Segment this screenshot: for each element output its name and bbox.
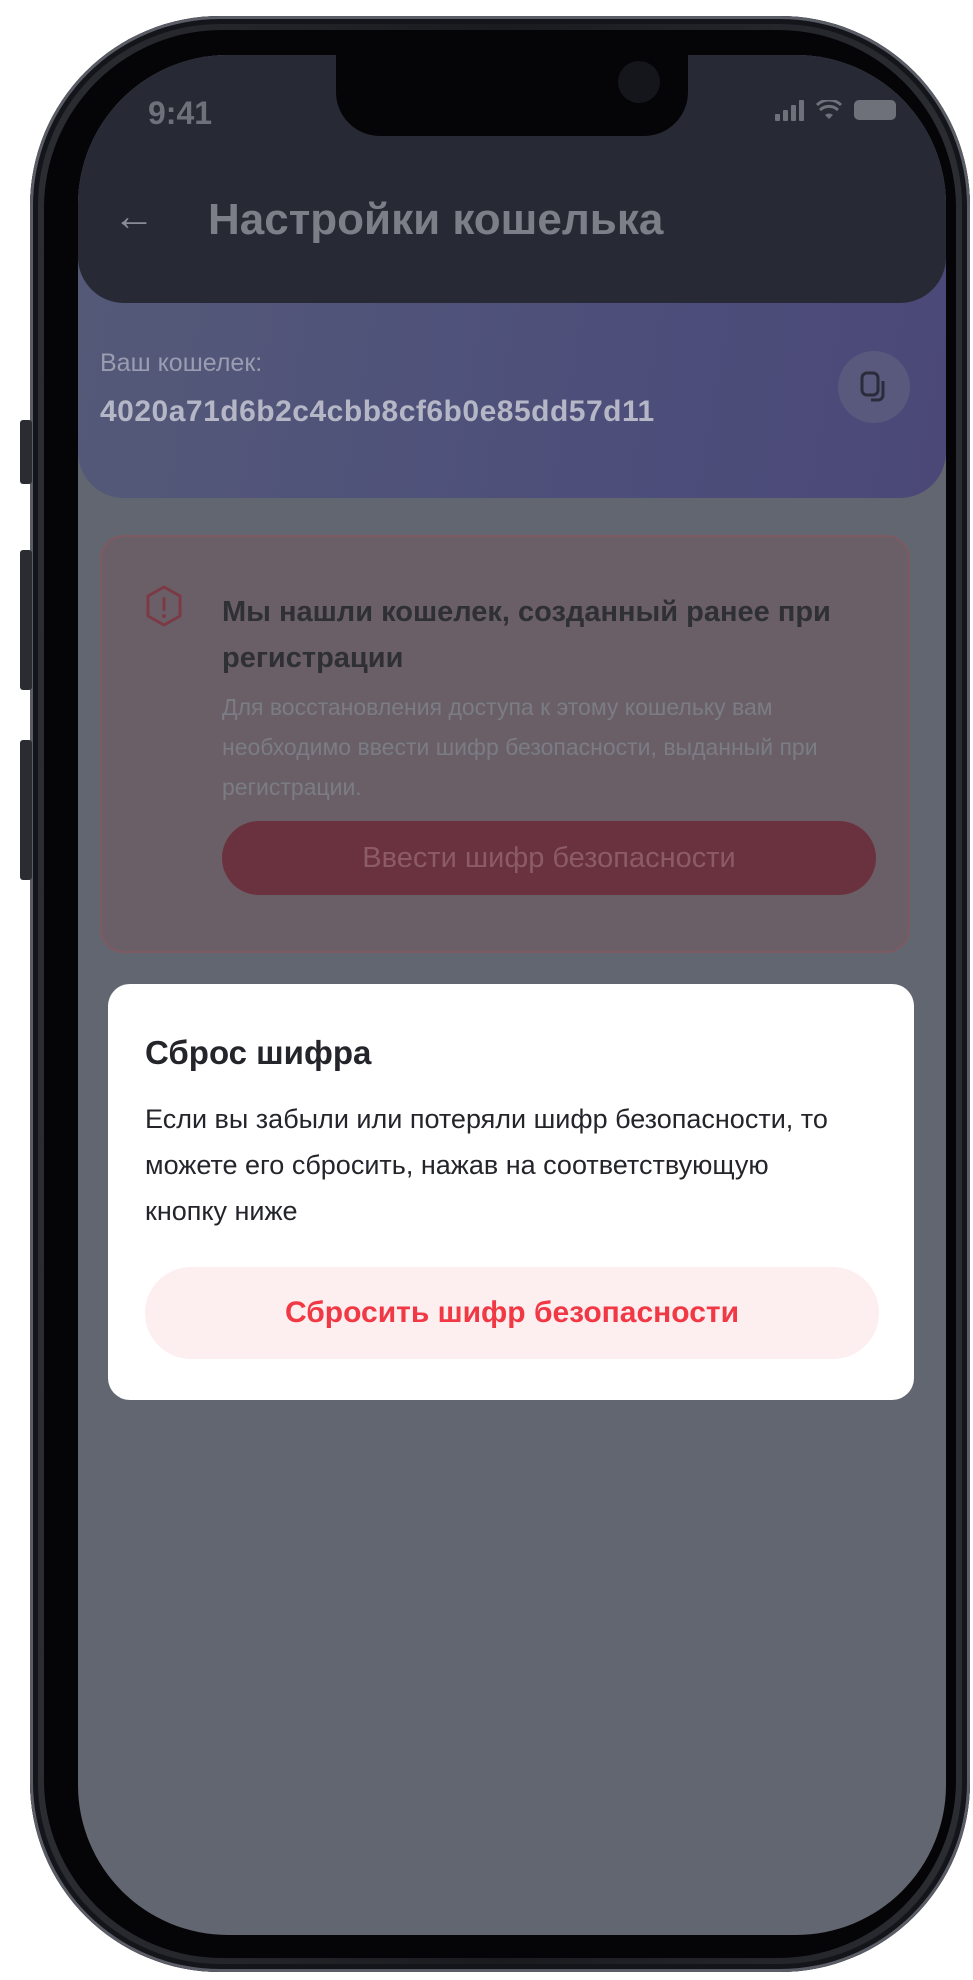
status-time: 9:41 (148, 95, 213, 131)
app-screen: 9:41 ← Настройки кошелька Ваш кошелек: 4… (78, 55, 946, 1935)
warning-title: Мы нашли кошелек, созданный ранее при ре… (222, 596, 831, 674)
mute-switch (20, 420, 32, 484)
arrow-left-icon[interactable]: ← (113, 192, 155, 240)
copy-button[interactable] (838, 351, 910, 423)
wallet-label: Ваш кошелек: (100, 349, 263, 377)
notch (336, 55, 688, 136)
page-title: Настройки кошелька (208, 195, 664, 244)
wallet-address: 4020a71d6b2c4cbb8cf6b0e85dd57d11 (100, 395, 655, 428)
modal-text: Если вы забыли или потеряли шифр безопас… (145, 1104, 828, 1226)
reset-code-modal: Сброс шифра Если вы забыли или потеряли … (108, 984, 914, 1400)
reset-security-code-button[interactable]: Сбросить шифр безопасности (145, 1267, 879, 1359)
warning-description: Для восстановления доступа к этому кошел… (222, 694, 818, 800)
status-icons (775, 99, 896, 121)
recovery-warning-card: Мы нашли кошелек, созданный ранее при ре… (100, 535, 910, 953)
enter-security-code-button[interactable]: Ввести шифр безопасности (222, 821, 876, 895)
signal-icon (775, 99, 804, 121)
wifi-icon (816, 100, 842, 119)
battery-icon (854, 100, 896, 120)
volume-up-button (20, 550, 32, 690)
copy-icon (860, 371, 885, 402)
front-camera (618, 61, 660, 103)
volume-down-button (20, 740, 32, 880)
alert-icon (146, 585, 182, 627)
modal-title: Сброс шифра (145, 1034, 372, 1071)
